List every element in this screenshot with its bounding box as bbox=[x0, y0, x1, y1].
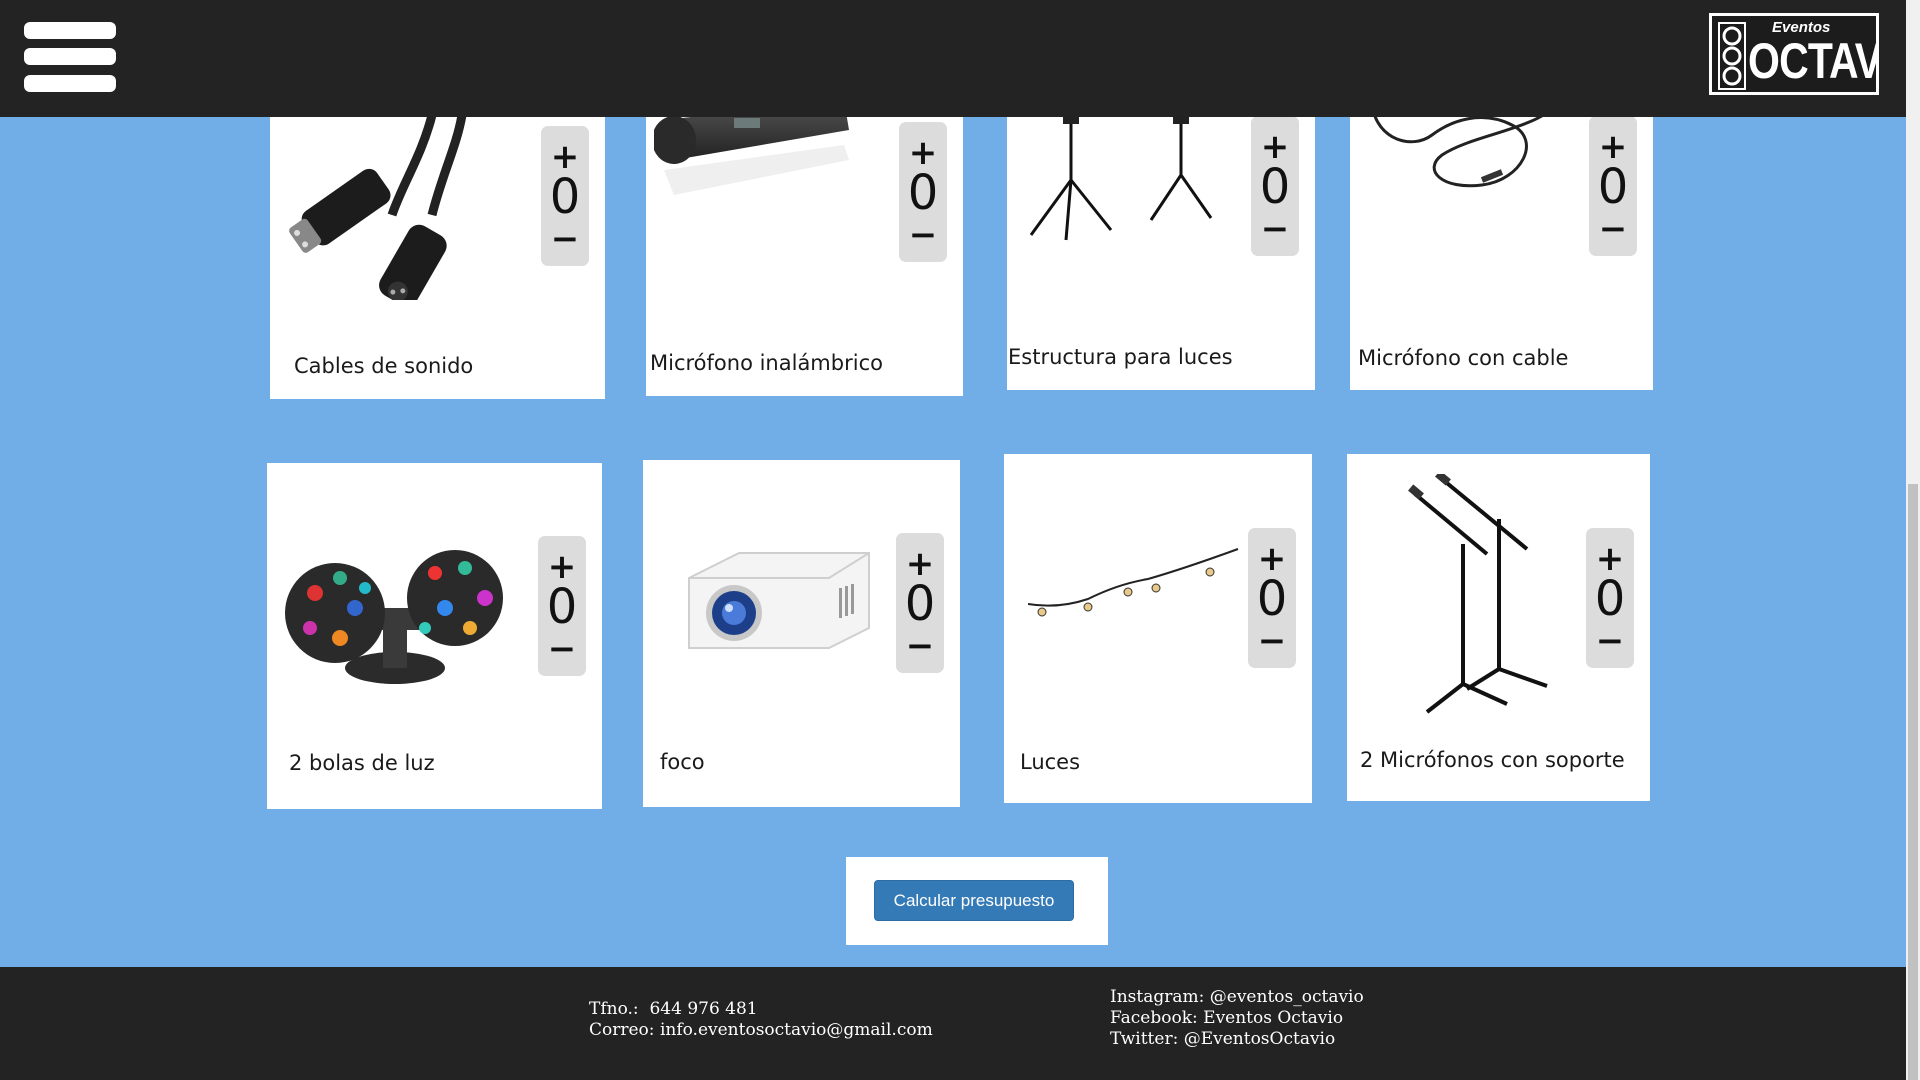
footer-email: Correo: info.eventosoctavio@gmail.com bbox=[589, 1020, 933, 1040]
footer-phone: Tfno.: 644 976 481 bbox=[589, 999, 758, 1019]
minus-icon[interactable]: − bbox=[1248, 624, 1296, 658]
xlr-cable-image bbox=[289, 115, 467, 300]
product-card-2-bolas-de-luz: + 0 − 2 bolas de luz bbox=[267, 463, 602, 809]
disco-ball-lights-image bbox=[285, 550, 503, 684]
minus-icon[interactable]: − bbox=[538, 632, 586, 666]
quantity-stepper: + 0 − bbox=[538, 536, 586, 676]
product-name: Cables de sonido bbox=[294, 354, 474, 378]
quantity-stepper: + 0 − bbox=[1586, 528, 1634, 668]
quantity-value: 0 bbox=[1597, 159, 1629, 215]
email-label: Correo: bbox=[589, 1020, 655, 1040]
quantity-stepper: + 0 − bbox=[899, 122, 947, 262]
product-card-microfono-inalambrico: + 0 − Micrófono inalámbrico bbox=[646, 100, 963, 396]
footer-instagram: Instagram: @eventos_octavio bbox=[1110, 987, 1364, 1007]
footer-twitter: Twitter: @EventosOctavio bbox=[1110, 1029, 1335, 1049]
quantity-value: 0 bbox=[904, 576, 936, 632]
quantity-stepper: + 0 − bbox=[541, 126, 589, 266]
product-card-foco: + 0 − foco bbox=[643, 460, 960, 807]
product-name: Micrófono inalámbrico bbox=[650, 351, 883, 375]
quantity-value: 0 bbox=[546, 579, 578, 635]
microphone-stands-image bbox=[1408, 474, 1548, 714]
menu-bar bbox=[24, 22, 116, 39]
logo-octavio-text: OCTAVIO bbox=[1748, 33, 1876, 89]
minus-icon[interactable]: − bbox=[899, 218, 947, 252]
product-name: 2 bolas de luz bbox=[289, 751, 435, 775]
quantity-stepper: + 0 − bbox=[1251, 116, 1299, 256]
minus-icon[interactable]: − bbox=[896, 629, 944, 663]
product-card-microfono-con-cable: + 0 − Micrófono con cable bbox=[1350, 100, 1653, 390]
page-scrollbar[interactable] bbox=[1906, 0, 1920, 1080]
product-name: Micrófono con cable bbox=[1358, 346, 1569, 370]
product-card-luces: + 0 − Luces bbox=[1004, 454, 1312, 803]
facebook-label: Facebook: bbox=[1110, 1008, 1198, 1028]
instagram-label: Instagram: bbox=[1110, 987, 1205, 1007]
quantity-value: 0 bbox=[907, 165, 939, 221]
footer-facebook: Facebook: Eventos Octavio bbox=[1110, 1008, 1343, 1028]
facebook-handle[interactable]: Eventos Octavio bbox=[1203, 1008, 1343, 1028]
scrollbar-thumb[interactable] bbox=[1908, 484, 1918, 1080]
minus-icon[interactable]: − bbox=[1251, 212, 1299, 246]
email-address[interactable]: info.eventosoctavio@gmail.com bbox=[660, 1020, 933, 1040]
product-name: foco bbox=[660, 750, 705, 774]
site-header: Eventos OCTAVIO bbox=[0, 0, 1906, 117]
product-card-cables-de-sonido: + 0 − Cables de sonido bbox=[270, 100, 605, 399]
instagram-handle[interactable]: @eventos_octavio bbox=[1210, 987, 1364, 1007]
quantity-stepper: + 0 − bbox=[1248, 528, 1296, 668]
quantity-value: 0 bbox=[1256, 571, 1288, 627]
twitter-label: Twitter: bbox=[1110, 1029, 1179, 1049]
twitter-handle[interactable]: @EventosOctavio bbox=[1184, 1029, 1336, 1049]
calculate-budget-button[interactable]: Calcular presupuesto bbox=[874, 880, 1074, 921]
quantity-stepper: + 0 − bbox=[1589, 116, 1637, 256]
phone-label: Tfno.: bbox=[589, 999, 639, 1019]
product-card-2-microfonos-con-soporte: + 0 − 2 Micrófonos con soporte bbox=[1347, 454, 1650, 801]
product-name: Luces bbox=[1020, 750, 1081, 774]
string-lights-image bbox=[1028, 548, 1239, 617]
menu-bar bbox=[24, 48, 116, 65]
eventos-octavio-logo[interactable]: Eventos OCTAVIO bbox=[1709, 13, 1879, 95]
quantity-value: 0 bbox=[1259, 159, 1291, 215]
hamburger-menu-icon[interactable] bbox=[24, 22, 116, 92]
minus-icon[interactable]: − bbox=[1589, 212, 1637, 246]
quantity-stepper: + 0 − bbox=[896, 533, 944, 673]
budget-panel: Calcular presupuesto bbox=[846, 857, 1108, 945]
projector-image bbox=[688, 552, 870, 649]
minus-icon[interactable]: − bbox=[1586, 624, 1634, 658]
site-footer: Tfno.: 644 976 481 Correo: info.eventoso… bbox=[0, 967, 1906, 1080]
minus-icon[interactable]: − bbox=[541, 222, 589, 256]
quantity-value: 0 bbox=[1594, 571, 1626, 627]
quantity-value: 0 bbox=[549, 169, 581, 225]
product-name: 2 Micrófonos con soporte bbox=[1360, 748, 1625, 772]
product-name: Estructura para luces bbox=[1008, 345, 1233, 369]
menu-bar bbox=[24, 75, 116, 92]
light-stand-image bbox=[1029, 104, 1213, 241]
speaker-icon bbox=[1718, 22, 1746, 90]
phone-number[interactable]: 644 976 481 bbox=[649, 999, 757, 1019]
product-card-estructura-para-luces: + 0 − Estructura para luces bbox=[1007, 100, 1315, 390]
